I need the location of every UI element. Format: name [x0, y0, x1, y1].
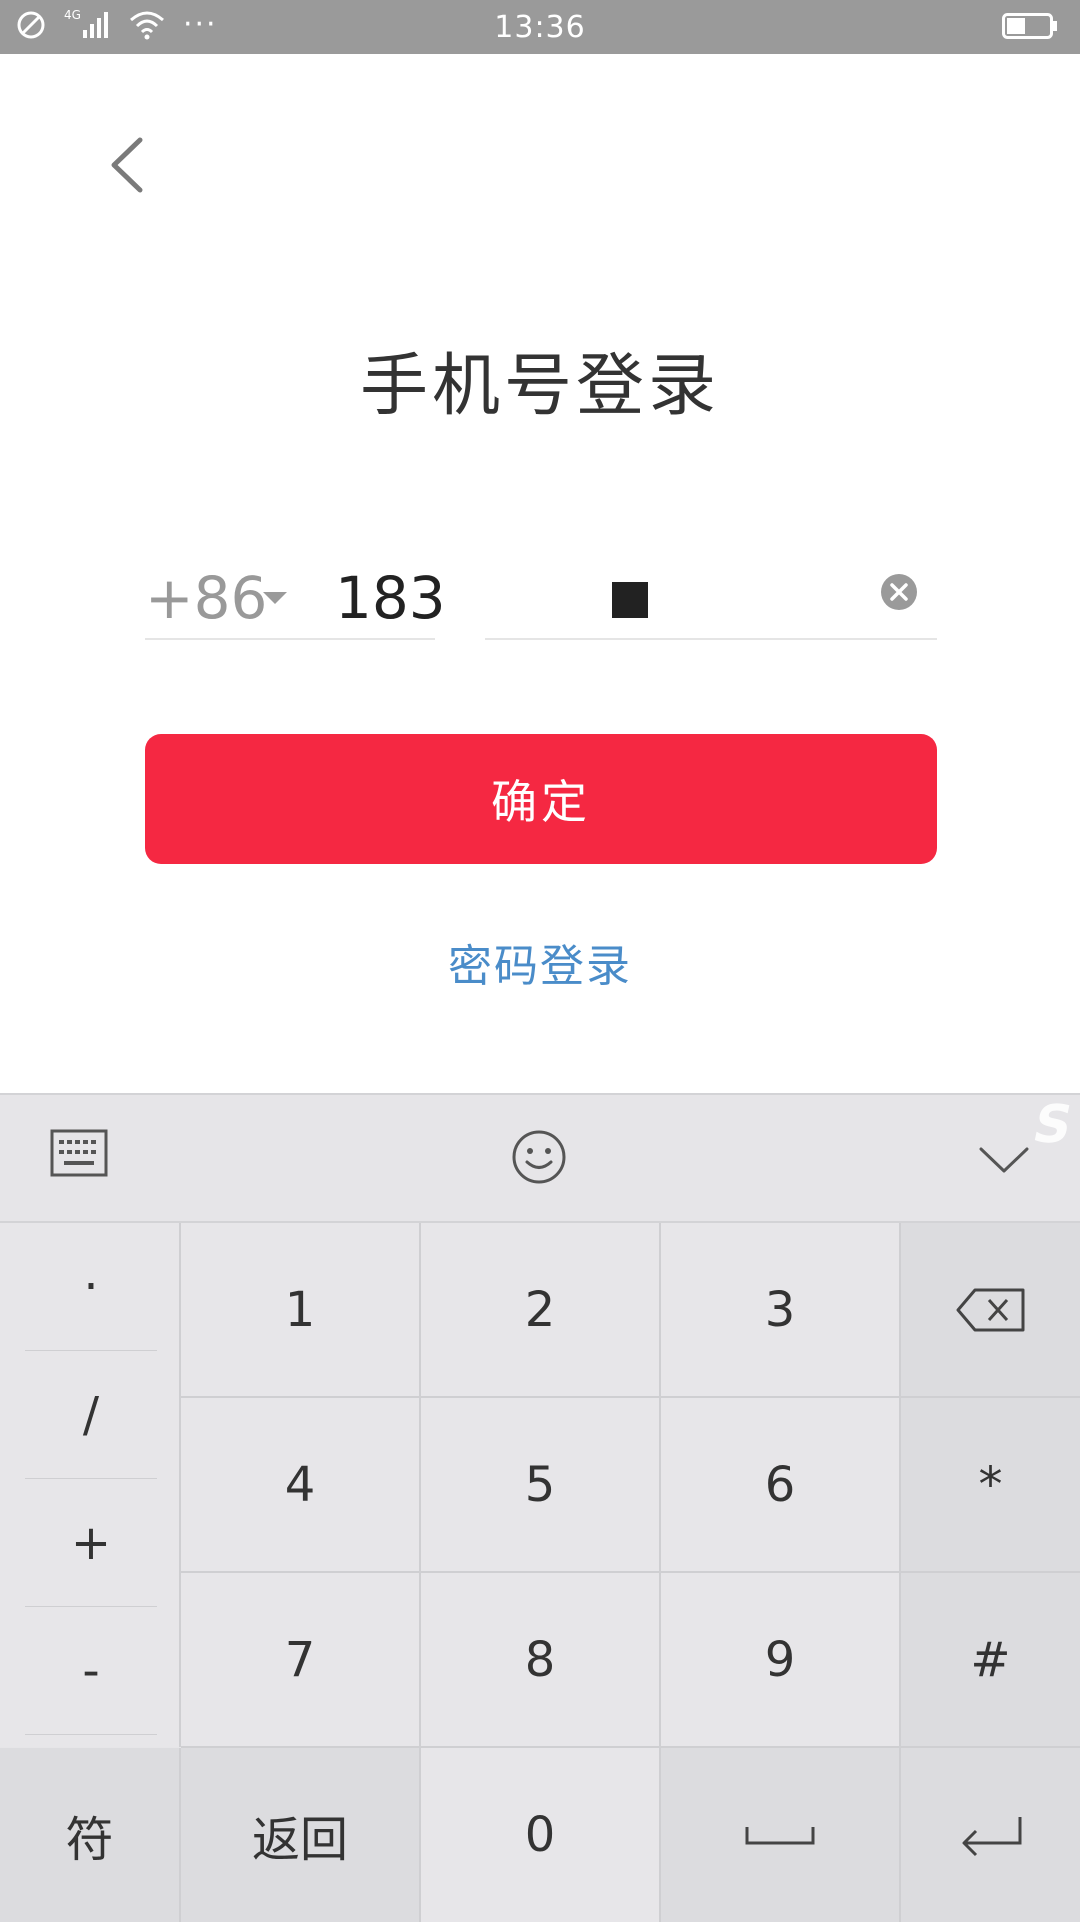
emoji-icon	[512, 1130, 566, 1184]
password-login-link[interactable]: 密码登录	[0, 930, 1080, 994]
hide-keyboard-button[interactable]	[978, 1145, 1030, 1179]
return-key[interactable]: 返回	[181, 1748, 421, 1922]
digit-key[interactable]: 2	[421, 1223, 661, 1398]
symbol-key[interactable]: -	[25, 1607, 157, 1735]
keyboard-toolbar: S	[0, 1095, 1080, 1223]
digit-key[interactable]: 5	[421, 1398, 661, 1573]
country-code: +86	[145, 564, 268, 632]
caret-down-icon	[263, 592, 287, 604]
symbol-key[interactable]: /	[25, 1351, 157, 1479]
back-arrow-icon	[111, 137, 143, 193]
asterisk-key[interactable]: *	[901, 1398, 1080, 1573]
redaction-block	[612, 582, 648, 618]
status-time: 13:36	[494, 10, 586, 45]
digit-key[interactable]: 6	[661, 1398, 901, 1573]
ime-logo: S	[1027, 1095, 1078, 1155]
backspace-icon	[956, 1288, 1024, 1331]
digit-key[interactable]: 8	[421, 1573, 661, 1748]
backspace-key[interactable]	[901, 1223, 1080, 1398]
clear-button[interactable]	[879, 572, 919, 612]
keyboard-icon	[50, 1129, 108, 1177]
symbol-column: · / + -	[0, 1223, 181, 1747]
space-icon	[745, 1827, 815, 1845]
enter-key[interactable]	[901, 1748, 1080, 1922]
phone-input[interactable]	[485, 560, 937, 640]
keyboard-switch-button[interactable]	[50, 1129, 108, 1181]
digit-key-zero[interactable]: 0	[421, 1748, 661, 1922]
emoji-button[interactable]	[511, 1129, 567, 1189]
phone-prefix: 183	[335, 564, 446, 632]
page-title: 手机号登录	[359, 347, 720, 426]
clear-icon	[881, 574, 917, 610]
digit-key[interactable]: 4	[181, 1398, 421, 1573]
digit-key[interactable]: 7	[181, 1573, 421, 1748]
confirm-button[interactable]: 确定	[145, 734, 937, 864]
space-key[interactable]	[661, 1748, 901, 1922]
chevron-down-icon	[979, 1147, 1029, 1173]
hash-key[interactable]: #	[901, 1573, 1080, 1748]
status-bar: 4G ··· 13:36	[0, 0, 1080, 54]
symbol-key[interactable]: ·	[25, 1223, 157, 1351]
symbols-key[interactable]: 符	[0, 1748, 181, 1922]
digit-key[interactable]: 9	[661, 1573, 901, 1748]
enter-icon	[962, 1817, 1021, 1857]
digit-key[interactable]: 1	[181, 1223, 421, 1398]
symbol-key[interactable]: +	[25, 1479, 157, 1607]
keyboard-grid: · / + - 1 2 3 4 5 6 * 7 8 9 # 符 返回 0	[0, 1223, 1080, 1922]
back-button[interactable]	[100, 130, 160, 200]
battery-icon	[1002, 12, 1058, 44]
digit-key[interactable]: 3	[661, 1223, 901, 1398]
numeric-keyboard: S · / + - 1 2 3 4 5 6 * 7 8 9 # 符 返回 0	[0, 1093, 1080, 1922]
country-code-selector[interactable]: +86 183	[145, 560, 446, 640]
